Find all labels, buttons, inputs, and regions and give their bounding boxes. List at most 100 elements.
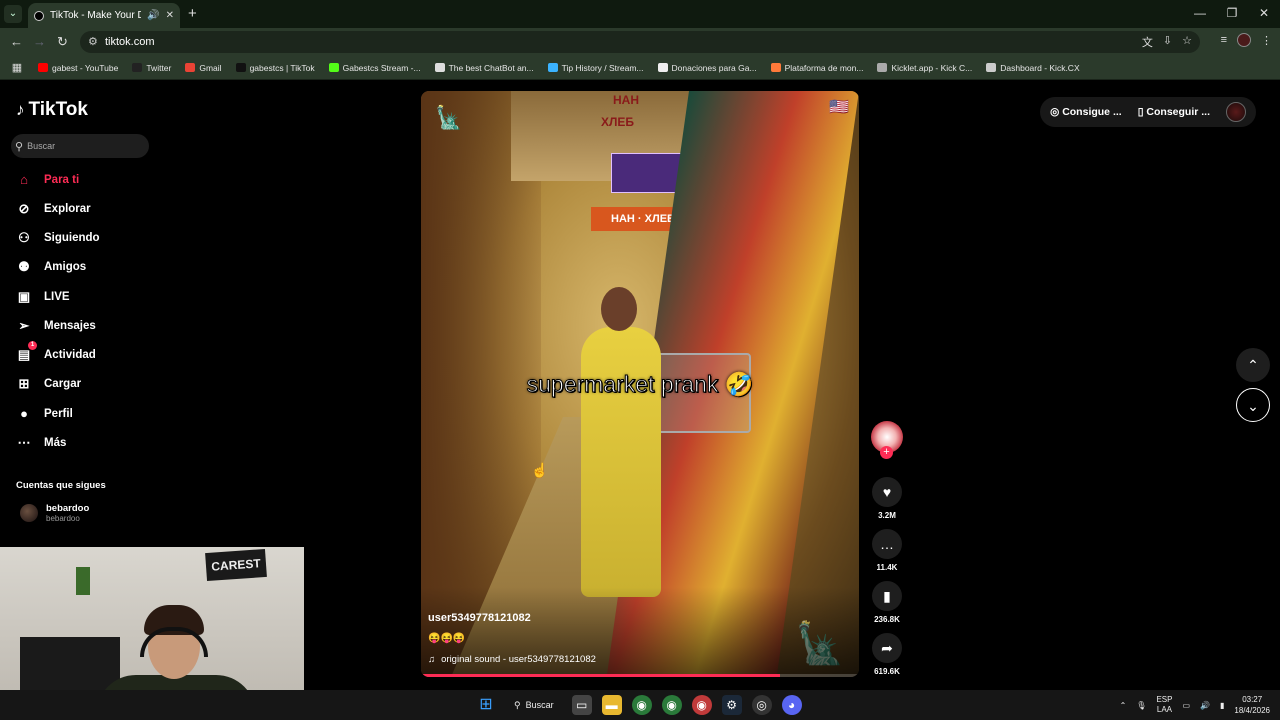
translate-icon[interactable]: 文 xyxy=(1142,34,1153,50)
sidebar-item-actividad[interactable]: ▤ 1 Actividad xyxy=(16,341,96,363)
battery-icon[interactable]: ▮ xyxy=(1220,701,1224,710)
install-icon[interactable]: ⇩ xyxy=(1163,34,1172,50)
get-app-button[interactable]: ▯ Conseguir ... xyxy=(1138,106,1210,118)
bookmark-item[interactable]: Donaciones para Ga... xyxy=(657,62,757,73)
video-actions: + ♥ 3.2M … 11.4K ▮ 236.8K ➦ 619.6K xyxy=(870,421,904,685)
share-icon[interactable]: ➦ xyxy=(872,633,902,663)
minimize-button[interactable]: — xyxy=(1184,0,1216,28)
language-indicator[interactable]: ESP LAA xyxy=(1156,695,1172,715)
apps-grid-icon[interactable]: ▦ xyxy=(8,61,26,74)
following-account[interactable]: bebardoo bebardoo xyxy=(20,503,89,523)
home-icon: ⌂ xyxy=(20,172,28,187)
clock[interactable]: 03:27 18/4/2026 xyxy=(1234,694,1270,716)
avatar[interactable] xyxy=(1226,102,1246,122)
chrome-icon[interactable]: ◉ xyxy=(661,695,682,715)
video-player[interactable]: НАН ХЛЕБ НАН · ХЛЕБ 🗽 🇺🇸 🗽 supermarket p… xyxy=(421,91,859,677)
speaker-icon[interactable]: 🔊 xyxy=(147,10,159,21)
microphone-icon[interactable]: 🎙 xyxy=(1136,701,1146,710)
sidebar-item-perfil[interactable]: ● Perfil xyxy=(16,406,73,421)
steam-icon[interactable]: ⚙ xyxy=(721,695,742,715)
bookmark-item[interactable]: Kicklet.app - Kick C... xyxy=(877,63,972,73)
chrome-profile-icon[interactable]: ◉ xyxy=(691,695,712,715)
bookmark-icon[interactable]: ▮ xyxy=(872,581,902,611)
browser-tab-bar: ⌄ TikTok - Make Your Day 🔊 ✕ + — ❐ ✕ xyxy=(0,0,1280,28)
address-bar[interactable]: ⚙ tiktok.com 文 ⇩ ☆ xyxy=(80,31,1200,53)
tiktok-logo[interactable]: ♪ TikTok xyxy=(16,99,88,121)
tray-expand-icon[interactable]: ⌃ xyxy=(1120,701,1127,710)
profile-avatar[interactable] xyxy=(1237,33,1251,47)
back-arrow-icon[interactable]: ← xyxy=(10,34,23,49)
bookmark-favicon-icon xyxy=(132,63,143,72)
bookmark-label: Donaciones para Ga... xyxy=(671,62,757,73)
search-input[interactable]: ⚲ Buscar xyxy=(11,134,149,158)
creator-avatar[interactable]: + xyxy=(871,421,903,459)
bookmark-favicon-icon xyxy=(547,63,558,72)
wall-sign: CAREST xyxy=(205,548,267,582)
sidebar-item-más[interactable]: ⋯ Más xyxy=(16,435,67,451)
wall-poster xyxy=(76,567,90,595)
sidebar-item-label: Siguiendo xyxy=(44,232,100,244)
reload-icon[interactable]: ↻ xyxy=(57,34,68,50)
sidebar-item-mensajes[interactable]: ➢ Mensajes xyxy=(16,318,96,334)
video-sound[interactable]: ♫ original sound - user5349778121082 xyxy=(428,654,596,665)
bookmark-item[interactable]: Twitter xyxy=(132,63,171,73)
forward-arrow-icon[interactable]: → xyxy=(33,34,46,49)
bookmark-item[interactable]: Dashboard - Kick.CX xyxy=(986,63,1080,73)
comment-icon[interactable]: … xyxy=(872,529,902,559)
like-action[interactable]: ♥ 3.2M xyxy=(872,477,902,520)
close-tab-icon[interactable]: ✕ xyxy=(166,10,174,21)
bookmark-item[interactable]: gabestcs | TikTok xyxy=(235,63,315,73)
windows-start-icon[interactable]: ⊞ xyxy=(476,695,496,715)
bookmark-label: Tip History / Stream... xyxy=(561,62,644,73)
bookmark-item[interactable]: Plataforma de mon... xyxy=(770,63,863,73)
more-icon: ⋯ xyxy=(17,435,31,450)
bookmarks-bar: ▦ gabest - YouTube Twitter Gmail gabestcs |… xyxy=(0,56,1280,80)
volume-icon[interactable]: 🔊 xyxy=(1200,701,1210,710)
sidebar-item-siguiendo[interactable]: ⚇ Siguiendo xyxy=(16,230,100,246)
browser-menu-icon[interactable]: ⋮ xyxy=(1261,34,1272,47)
restore-button[interactable]: ❐ xyxy=(1216,0,1248,28)
sidebar-item-amigos[interactable]: ⚉ Amigos xyxy=(16,259,86,275)
discord-icon[interactable]: ◕ xyxy=(781,695,802,715)
bookmark-item[interactable]: Gabestcs Stream -... xyxy=(328,63,421,73)
video-progress-bar[interactable] xyxy=(421,674,859,677)
bookmark-item[interactable]: Tip History / Stream... xyxy=(547,62,644,73)
share-action[interactable]: ➦ 619.6K xyxy=(872,633,902,676)
close-window-button[interactable]: ✕ xyxy=(1248,0,1280,28)
get-coins-button[interactable]: ◎ Consigue ... xyxy=(1050,106,1122,118)
sidebar-item-live[interactable]: ▣ LIVE xyxy=(16,289,70,305)
send-icon: ➢ xyxy=(18,318,30,333)
site-info-icon[interactable]: ⚙ xyxy=(88,35,98,48)
file-explorer-icon[interactable]: ▬ xyxy=(601,695,622,715)
task-view-icon[interactable]: ▭ xyxy=(571,695,592,715)
previous-video-button[interactable]: ⌃ xyxy=(1236,348,1270,382)
bookmark-item[interactable]: The best ChatBot an... xyxy=(434,63,534,73)
chevron-down-icon: ⌄ xyxy=(1247,398,1259,414)
obs-icon[interactable]: ◎ xyxy=(751,695,772,715)
woman-in-yellow-dress xyxy=(581,287,661,597)
sidebar-item-explorar[interactable]: ⊘ Explorar xyxy=(16,201,91,217)
browser-tab[interactable]: TikTok - Make Your Day 🔊 ✕ xyxy=(28,3,180,28)
chrome-icon[interactable]: ◉ xyxy=(631,695,652,715)
follow-plus-icon[interactable]: + xyxy=(880,446,893,459)
media-controls-icon[interactable]: ≡ xyxy=(1221,34,1227,46)
video-username[interactable]: user5349778121082 xyxy=(428,612,531,624)
following-handle: bebardoo xyxy=(46,514,80,523)
heart-icon[interactable]: ♥ xyxy=(872,477,902,507)
bookmark-item[interactable]: Gmail xyxy=(185,63,222,73)
music-note-icon: ♫ xyxy=(428,654,436,665)
new-tab-button[interactable]: + xyxy=(188,5,197,22)
save-action[interactable]: ▮ 236.8K xyxy=(872,581,902,624)
bookmark-star-icon[interactable]: ☆ xyxy=(1182,34,1192,50)
sidebar-item-label: Perfil xyxy=(44,407,73,420)
share-count: 619.6K xyxy=(874,667,900,676)
sidebar-item-para-ti[interactable]: ⌂ Para ti xyxy=(16,172,79,187)
taskbar-search[interactable]: ⚲ Buscar xyxy=(506,700,562,711)
sidebar-item-cargar[interactable]: ⊞ Cargar xyxy=(16,376,82,392)
bookmark-item[interactable]: gabest - YouTube xyxy=(38,63,118,73)
inbox-icon: ▤ 1 xyxy=(16,341,37,363)
tab-search-button[interactable]: ⌄ xyxy=(4,5,22,23)
comment-action[interactable]: … 11.4K xyxy=(872,529,902,572)
next-video-button[interactable]: ⌄ xyxy=(1236,388,1270,422)
display-icon[interactable]: ▭ xyxy=(1182,701,1190,710)
